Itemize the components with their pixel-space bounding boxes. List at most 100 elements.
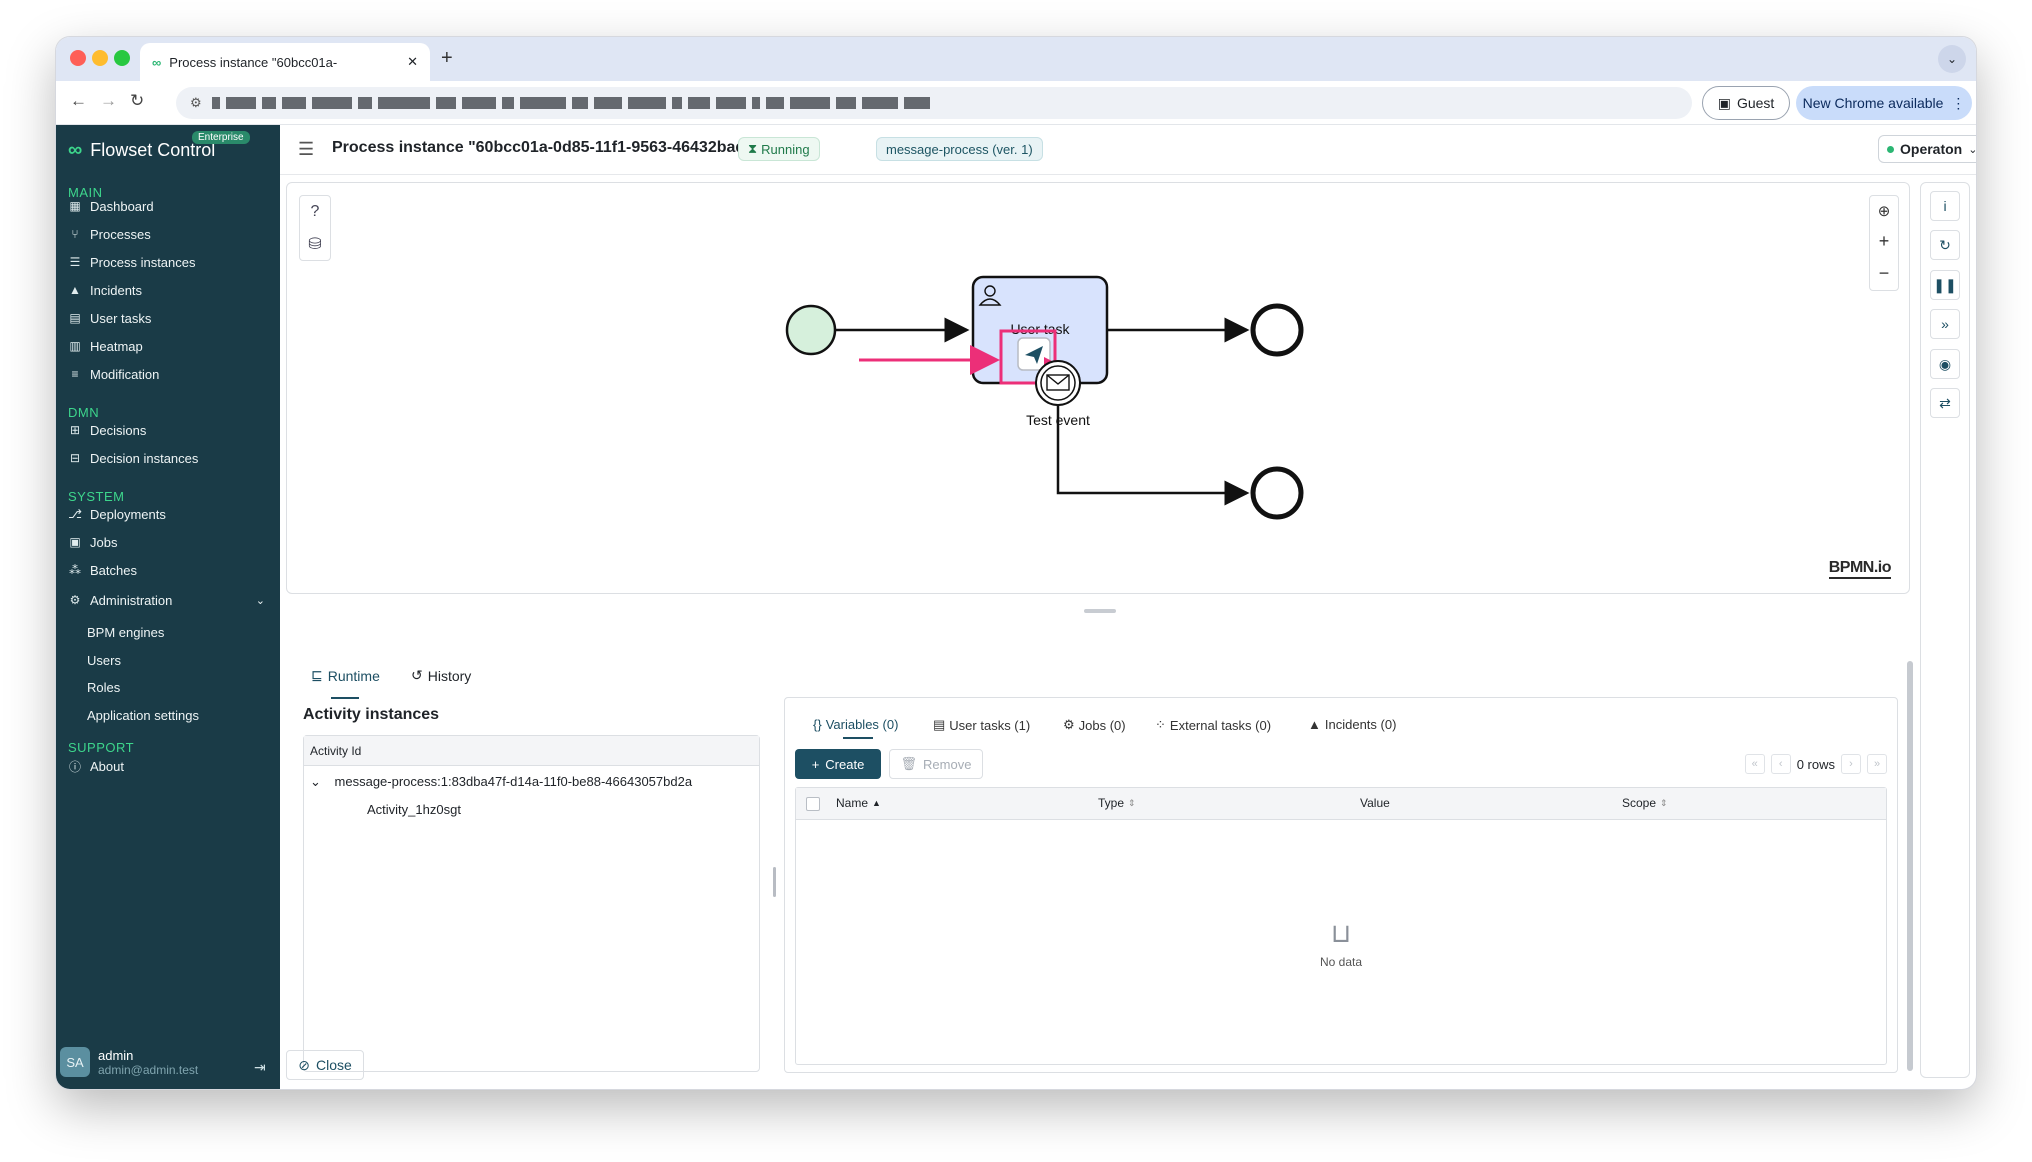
section-system: SYSTEM — [68, 489, 125, 504]
definition-badge[interactable]: message-process (ver. 1) — [876, 137, 1043, 161]
table-header: Name ▲ Type ⇕ Value Scope ⇕ — [796, 788, 1886, 820]
site-settings-icon[interactable]: ⚙ — [190, 95, 202, 111]
tab-jobs[interactable]: ⚙ Jobs (0) — [1063, 717, 1126, 733]
last-page-icon[interactable]: » — [1867, 754, 1887, 774]
sidebar-item-user-tasks[interactable]: ▤ User tasks — [68, 307, 273, 329]
tab-user-tasks[interactable]: ▤ User tasks (1) — [933, 717, 1030, 733]
user-profile[interactable]: SA admin admin@admin.test — [60, 1047, 198, 1077]
logout-icon[interactable]: ⇥ — [254, 1059, 266, 1076]
transfer-icon[interactable]: ⇄ — [1930, 388, 1960, 418]
sidebar-item-label: Decisions — [90, 422, 147, 438]
tab-external-tasks[interactable]: ⁘ External tasks (0) — [1155, 717, 1271, 733]
reload-icon[interactable]: ↻ — [130, 91, 144, 111]
create-variable-button[interactable]: + Create — [795, 749, 881, 779]
sidebar-item-users[interactable]: Users — [87, 653, 121, 668]
sidebar-item-heatmap[interactable]: ▥ Heatmap — [68, 335, 273, 357]
back-icon[interactable]: ← — [70, 91, 87, 111]
bpmn-io-logo[interactable]: BPMN.io — [1828, 559, 1892, 579]
fast-forward-icon[interactable]: » — [1930, 309, 1960, 339]
split-resize-handle[interactable] — [773, 867, 776, 897]
pagination: « ‹ 0 rows › » — [1744, 754, 1887, 774]
end-event[interactable] — [1250, 466, 1304, 520]
engine-status-dot — [1887, 145, 1894, 153]
tab-indicator — [843, 737, 873, 739]
close-window-button[interactable] — [70, 50, 86, 66]
first-page-icon[interactable]: « — [1744, 754, 1765, 774]
sidebar-item-incidents[interactable]: ▲ Incidents — [68, 279, 273, 301]
sidebar-item-label: Deployments — [90, 506, 166, 522]
column-name[interactable]: Name ▲ — [836, 796, 881, 810]
forward-icon[interactable]: → — [100, 91, 117, 111]
browser-window: ∞ Process instance "60bcc01a- ✕ + ⌄ ← → … — [56, 37, 1976, 1089]
bpmn-diagram[interactable]: ? ⛁ ⊕ + − User task Test event BPMN.io — [286, 182, 1910, 594]
new-tab-icon[interactable]: + — [441, 47, 453, 70]
sidebar-item-processes[interactable]: ⑂ Processes — [68, 223, 273, 245]
chrome-update-button[interactable]: New Chrome available ⋮ — [1796, 86, 1972, 120]
column-activity-id: Activity Id — [304, 736, 759, 766]
avatar: SA — [60, 1047, 90, 1077]
close-button[interactable]: ⊘ Close — [286, 1050, 364, 1080]
scrollbar[interactable] — [1907, 661, 1913, 1071]
sidebar-item-bpm-engines[interactable]: BPM engines — [87, 625, 164, 640]
tab-history[interactable]: ↺ History — [411, 667, 471, 684]
chevron-down-icon[interactable]: ⌄ — [310, 774, 321, 789]
prev-page-icon[interactable]: ‹ — [1770, 754, 1791, 774]
sidebar-item-modification[interactable]: ≡ Modification — [68, 363, 273, 385]
sidebar-item-label: Incidents — [90, 282, 143, 298]
browser-tab[interactable]: ∞ Process instance "60bcc01a- ✕ — [140, 43, 430, 81]
column-value: Value — [1360, 796, 1390, 810]
list-icon: ☰ — [69, 255, 81, 269]
sidebar-item-decision-instances[interactable]: ⊟ Decision instances — [68, 447, 273, 469]
radio-target-icon[interactable]: ◉ — [1930, 349, 1960, 379]
suspend-icon[interactable]: ❚❚ — [1930, 270, 1960, 300]
sidebar-item-deployments[interactable]: ⎇ Deployments — [68, 503, 273, 525]
sidebar-item-decisions[interactable]: ⊞ Decisions — [68, 419, 273, 441]
tree-row-root[interactable]: ⌄ message-process:1:83dba47f-d14a-11f0-b… — [310, 774, 692, 790]
tab-label: External tasks (0) — [1169, 717, 1272, 733]
external-task-icon: ⁘ — [1155, 717, 1166, 732]
maximize-window-button[interactable] — [114, 50, 130, 66]
select-all-checkbox[interactable] — [806, 797, 820, 811]
minimize-window-button[interactable] — [92, 50, 108, 66]
tab-search-icon[interactable]: ⌄ — [1938, 45, 1966, 73]
column-scope[interactable]: Scope ⇕ — [1622, 796, 1668, 810]
remove-variable-button[interactable]: 🗑 Remove — [889, 749, 983, 779]
end-event[interactable] — [1250, 303, 1304, 357]
tab-runtime[interactable]: ⊑ Runtime — [311, 667, 380, 684]
modification-icon: ≡ — [71, 367, 79, 381]
sort-asc-icon: ▲ — [872, 798, 881, 808]
task-card-icon: ▤ — [933, 717, 946, 732]
next-page-icon[interactable]: › — [1841, 754, 1861, 774]
address-bar[interactable]: ⚙ — [176, 87, 1692, 119]
panel-resize-handle[interactable] — [1084, 609, 1116, 613]
row-count: 0 rows — [1796, 756, 1835, 772]
sidebar-item-dashboard[interactable]: ▦ Dashboard — [68, 195, 273, 217]
sidebar-item-batches[interactable]: ⁂ Batches — [68, 559, 273, 581]
sidebar-item-application-settings[interactable]: Application settings — [87, 708, 199, 723]
start-event[interactable] — [785, 304, 837, 356]
tab-incidents[interactable]: ▲ Incidents (0) — [1308, 717, 1396, 732]
retry-icon[interactable]: ↻ — [1930, 230, 1960, 260]
column-label: Type — [1098, 796, 1125, 810]
menu-toggle-icon[interactable]: ☰ — [298, 139, 314, 160]
braces-icon: {} — [813, 717, 822, 732]
guest-profile-button[interactable]: ▣ Guest — [1702, 86, 1790, 120]
info-icon[interactable]: i — [1930, 191, 1960, 221]
sidebar-item-roles[interactable]: Roles — [87, 680, 120, 695]
url-redacted — [211, 97, 930, 109]
column-type[interactable]: Type ⇕ — [1098, 796, 1136, 810]
table-list-icon: ⊟ — [69, 451, 81, 465]
sidebar: ∞ Flowset Control Enterprise MAIN ▦ Dashb… — [56, 125, 280, 1089]
inbox-icon: ⊔ — [1330, 918, 1352, 948]
sidebar-item-jobs[interactable]: ▣ Jobs — [68, 531, 273, 553]
warning-icon: ▲ — [69, 283, 81, 297]
sidebar-item-process-instances[interactable]: ☰ Process instances — [68, 251, 273, 273]
tab-variables[interactable]: {} Variables (0) — [813, 717, 898, 732]
close-tab-icon[interactable]: ✕ — [407, 54, 418, 70]
sidebar-item-about[interactable]: ⓘ About — [68, 755, 273, 777]
engine-select[interactable]: Operaton ⌄ — [1878, 135, 1976, 163]
sidebar-item-label: Dashboard — [90, 198, 154, 214]
sidebar-item-administration[interactable]: ⚙ Administration ⌄ — [68, 589, 273, 611]
empty-state: ⊔ No data — [796, 918, 1886, 969]
tree-row-child[interactable]: Activity_1hz0sgt — [367, 802, 461, 817]
